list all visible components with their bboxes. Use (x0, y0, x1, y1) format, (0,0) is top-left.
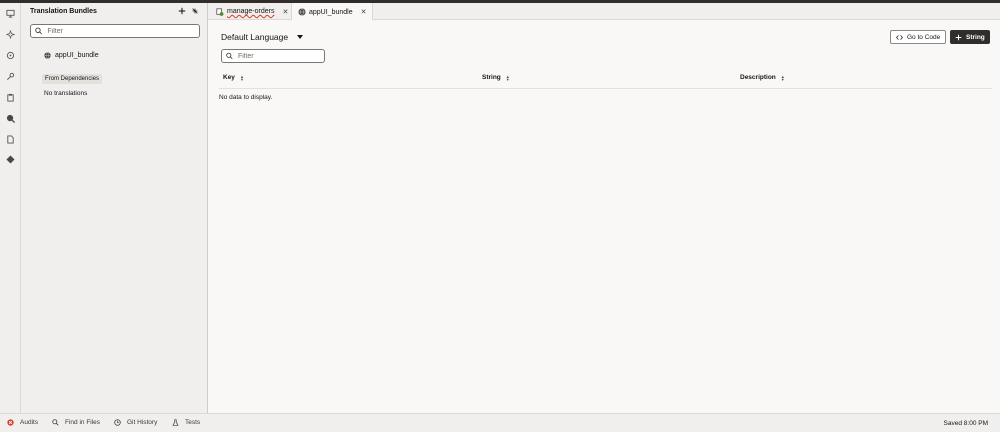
sort-icon: ▲ ▼ (505, 73, 510, 82)
bundle-item-label: appUI_bundle (55, 52, 99, 59)
monitor-icon[interactable] (5, 8, 16, 19)
section-label: From Dependencies (42, 74, 103, 84)
sidebar-filter-input[interactable] (47, 27, 199, 35)
table-header-divider (219, 88, 992, 89)
add-string-label: String (966, 33, 985, 41)
audits-label: Audits (20, 419, 39, 426)
search-icon (226, 52, 233, 60)
git-icon[interactable] (5, 154, 16, 165)
tab-appui-bundle[interactable]: appUI_bundle ✕ (291, 3, 374, 21)
sidebar-filter[interactable] (30, 24, 200, 38)
collapse-icon[interactable] (191, 7, 199, 15)
clipboard-icon[interactable] (5, 92, 16, 103)
search-icon (35, 27, 42, 35)
search-icon (52, 419, 59, 426)
panel-title: Translation Bundles (30, 8, 97, 15)
caret-down-icon (297, 35, 304, 39)
sort-icon: ▲ ▼ (239, 73, 244, 82)
activity-bar (0, 3, 21, 413)
column-header-description[interactable]: Description ▲ ▼ (740, 74, 785, 81)
file-icon[interactable] (5, 134, 16, 145)
sort-icon: ▲ ▼ (780, 73, 785, 82)
clock-icon (114, 419, 121, 426)
column-header-key[interactable]: Key ▲ ▼ (223, 74, 244, 81)
audits-button[interactable]: Audits (7, 419, 38, 426)
key-icon[interactable] (5, 71, 16, 82)
empty-message: No translations (44, 90, 88, 97)
strings-filter[interactable] (221, 49, 325, 63)
add-string-button[interactable]: String (950, 30, 990, 44)
column-header-string[interactable]: String ▲ ▼ (482, 74, 510, 81)
git-history-button[interactable]: Git History (114, 419, 157, 426)
code-icon (896, 34, 903, 40)
save-status: Saved 8:00 PM (943, 420, 988, 427)
tests-button[interactable]: Tests (172, 419, 200, 426)
git-history-label: Git History (127, 419, 158, 426)
go-to-code-label: Go to Code (907, 33, 941, 41)
page-error-icon (216, 7, 224, 16)
add-icon[interactable] (178, 7, 186, 15)
language-select-value: Default Language (221, 32, 289, 42)
column-label: String (482, 74, 501, 81)
close-icon[interactable]: ✕ (282, 8, 288, 16)
error-icon (7, 419, 14, 426)
strings-filter-input[interactable] (238, 52, 324, 60)
add-icon (955, 34, 962, 40)
status-bar: Audits Find in Files Git History Tests S… (0, 413, 1000, 432)
column-label: Key (223, 74, 235, 81)
tab-label: appUI_bundle (309, 8, 353, 16)
globe-icon (298, 8, 306, 16)
translation-bundles-panel: Translation Bundles appUI_bundle From De… (21, 3, 208, 413)
globe-icon (44, 52, 51, 59)
flask-icon (172, 419, 179, 426)
find-in-files-button[interactable]: Find in Files (52, 419, 100, 426)
bundle-item[interactable]: appUI_bundle (44, 52, 99, 59)
language-select[interactable]: Default Language (221, 32, 304, 42)
column-label: Description (740, 74, 776, 81)
editor-tabs: manage-orders ✕ appUI_bundle ✕ (208, 3, 1000, 21)
sparkle-icon[interactable] (5, 29, 16, 40)
translation-search-icon[interactable] (5, 113, 16, 124)
go-to-code-button[interactable]: Go to Code (890, 30, 947, 44)
tests-label: Tests (185, 419, 201, 426)
tab-label: manage-orders (227, 8, 275, 15)
tab-manage-orders[interactable]: manage-orders ✕ (210, 3, 294, 20)
find-in-files-label: Find in Files (65, 419, 101, 426)
table-empty-message: No data to display. (219, 94, 273, 101)
close-icon[interactable]: ✕ (361, 8, 367, 16)
bundle-editor: Default Language Go to Code String Key ▲… (208, 20, 1000, 413)
target-icon[interactable] (5, 50, 16, 61)
